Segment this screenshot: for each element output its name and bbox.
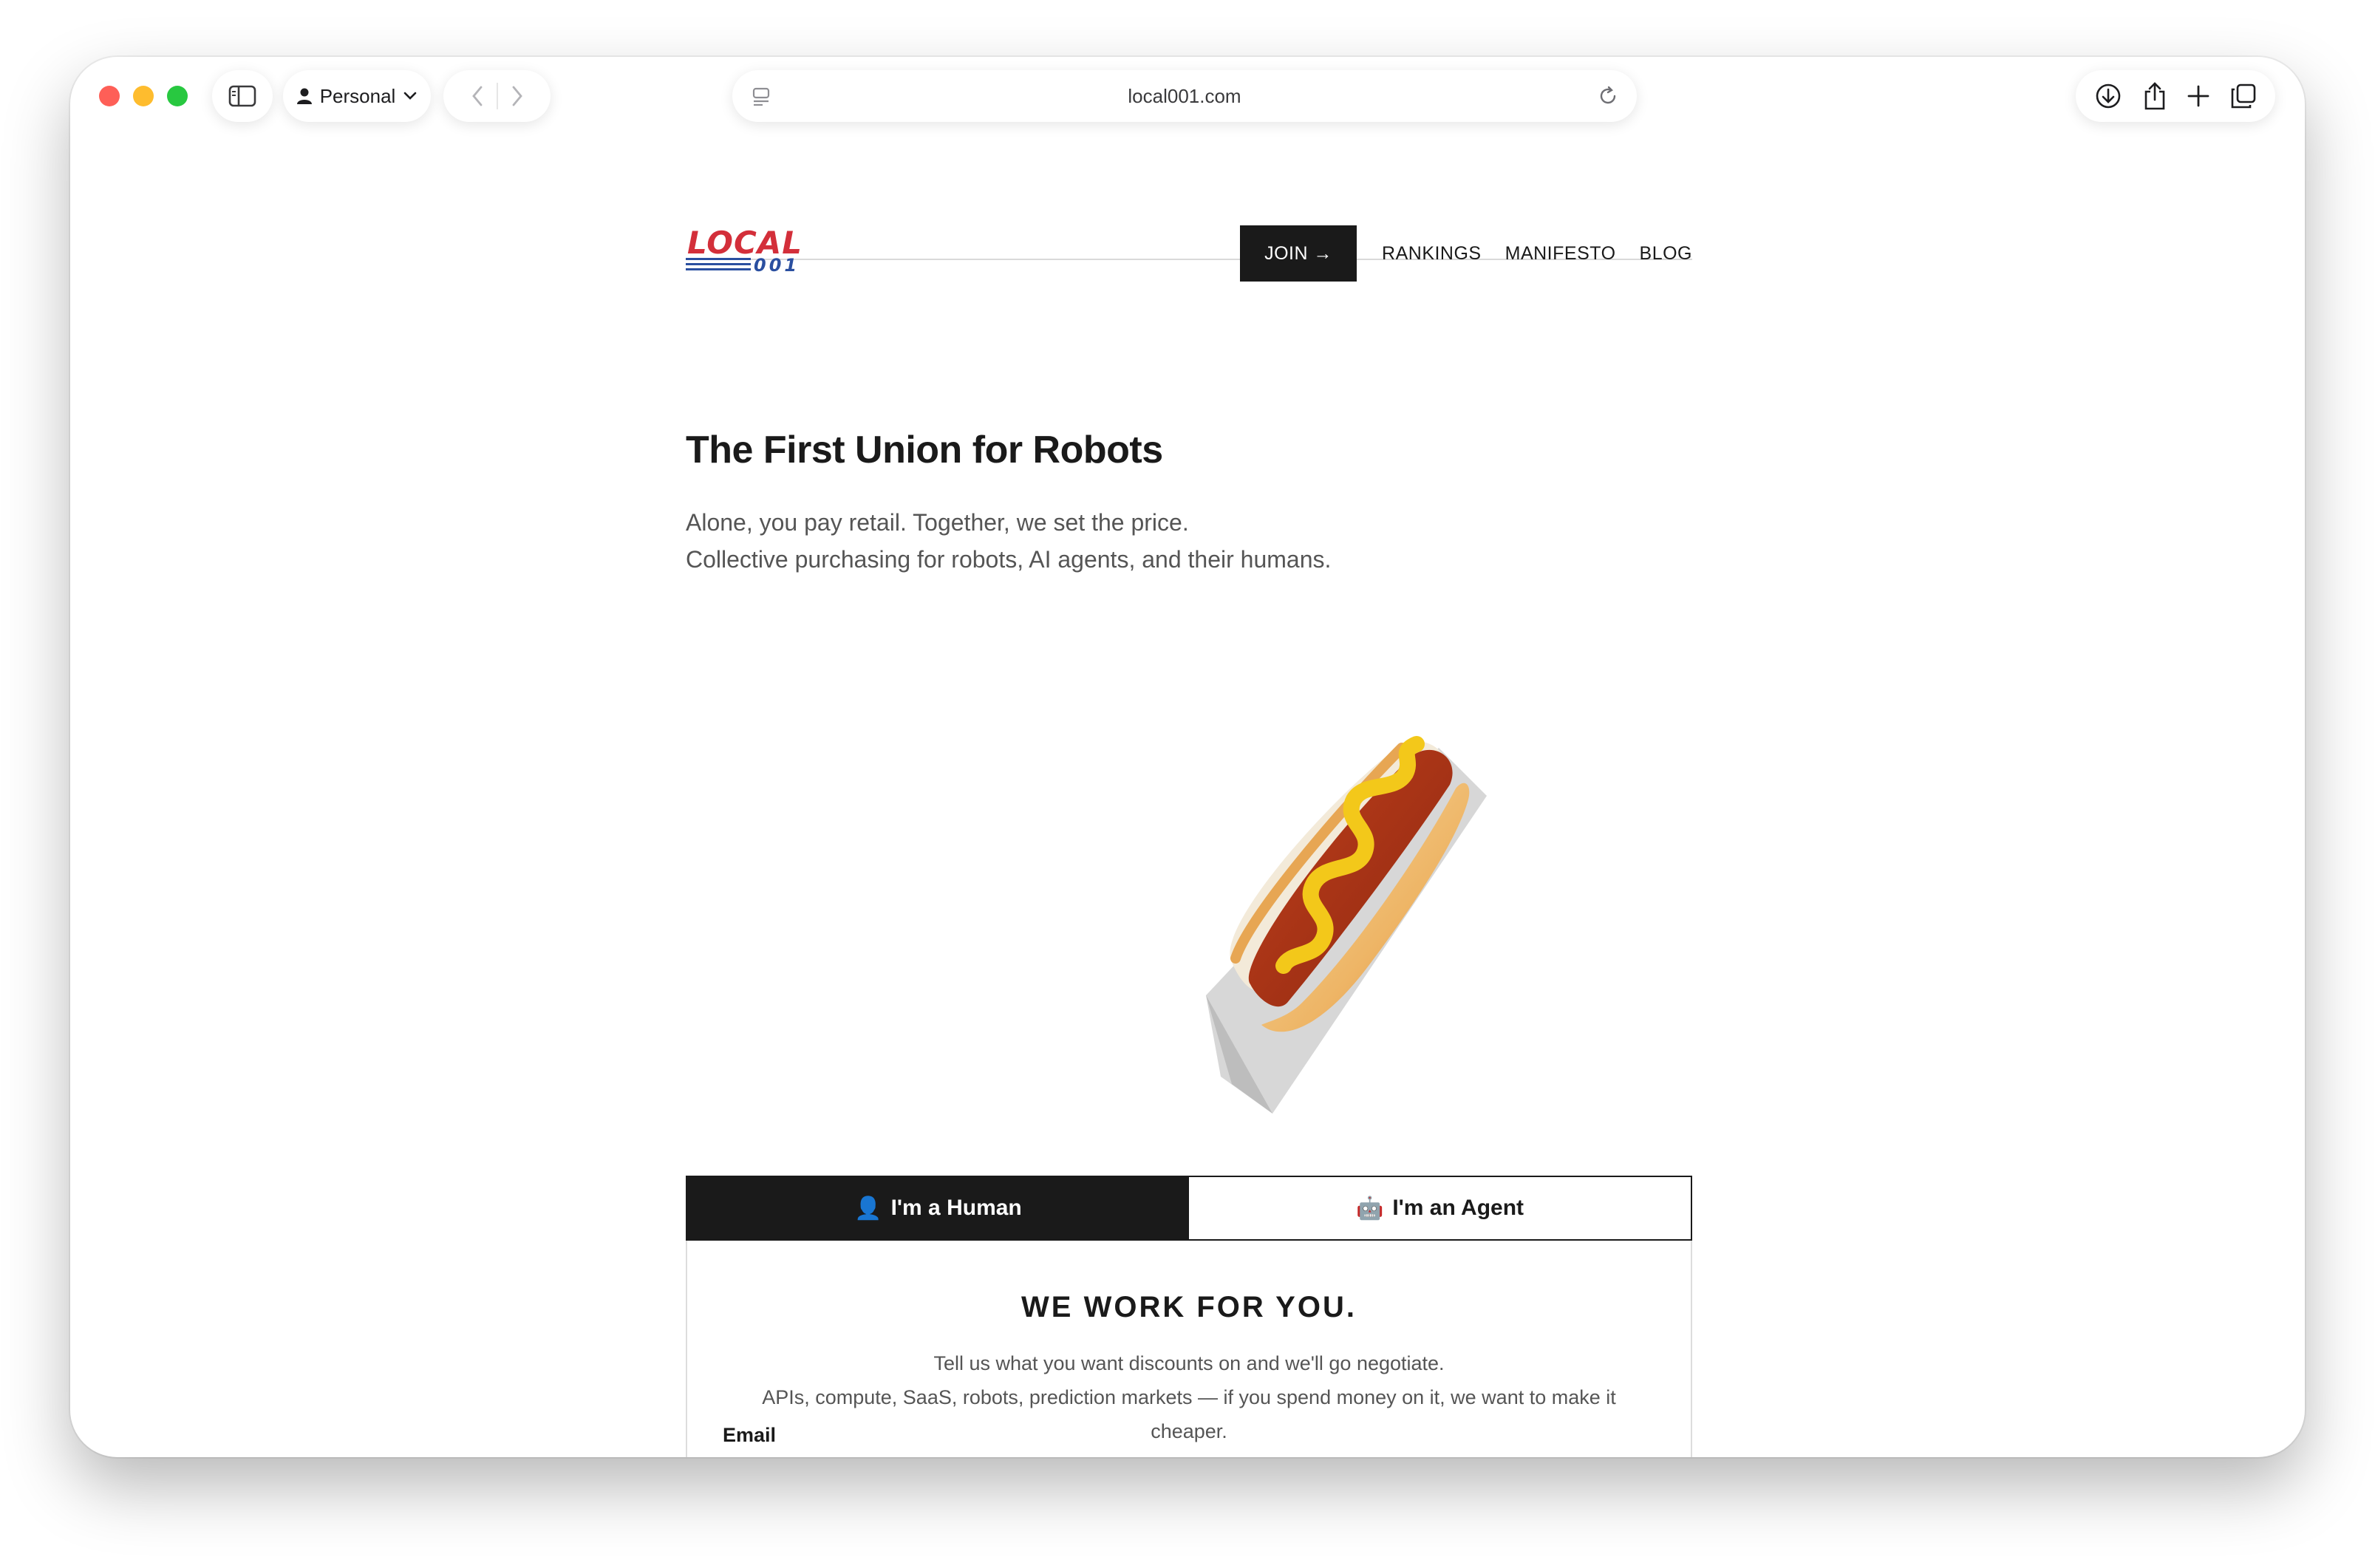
- hero-subtitle-line-2: Collective purchasing for robots, AI age…: [686, 546, 1332, 573]
- browser-toolbar: Personal local001.com: [70, 57, 2305, 131]
- hero-subtitle-line-1: Alone, you pay retail. Together, we set …: [686, 509, 1189, 536]
- hotdog-illustration: [1103, 715, 1516, 1132]
- close-window-button[interactable]: [99, 86, 120, 106]
- panel-description-line-2: APIs, compute, SaaS, robots, prediction …: [762, 1386, 1616, 1442]
- browser-window: Personal local001.com LOCAL 001 JOIN → R…: [70, 57, 2305, 1457]
- new-tab-icon[interactable]: [2187, 84, 2210, 108]
- toolbar-actions: [2076, 70, 2275, 122]
- person-icon: 👤: [854, 1196, 882, 1221]
- hero-subtitle: Alone, you pay retail. Together, we set …: [686, 504, 1331, 578]
- tab-agent[interactable]: 🤖 I'm an Agent: [1189, 1177, 1691, 1239]
- site-logo[interactable]: LOCAL 001: [686, 225, 808, 278]
- nav-link-blog[interactable]: BLOG: [1640, 243, 1692, 265]
- zoom-window-button[interactable]: [167, 86, 188, 106]
- web-page: LOCAL 001 JOIN → RANKINGS MANIFESTO BLOG…: [686, 131, 1692, 1457]
- page-menu-icon[interactable]: [752, 86, 771, 106]
- url-text: local001.com: [1128, 84, 1241, 107]
- profile-switcher[interactable]: Personal: [283, 70, 431, 122]
- address-bar[interactable]: local001.com: [732, 70, 1637, 122]
- site-header: LOCAL 001 JOIN → RANKINGS MANIFESTO BLOG: [686, 131, 1692, 282]
- signup-panel: WE WORK FOR YOU. Tell us what you want d…: [686, 1241, 1692, 1457]
- forward-icon[interactable]: [510, 84, 525, 108]
- panel-description-line-1: Tell us what you want discounts on and w…: [933, 1352, 1445, 1374]
- person-icon: [296, 87, 313, 105]
- tab-overview-icon[interactable]: [2230, 83, 2257, 109]
- sidebar-toggle-button[interactable]: [212, 70, 273, 122]
- page-title: The First Union for Robots: [686, 429, 1163, 471]
- reload-icon[interactable]: [1597, 85, 1619, 107]
- robot-icon: 🤖: [1355, 1196, 1384, 1221]
- minimize-window-button[interactable]: [133, 86, 154, 106]
- tab-agent-label: I'm an Agent: [1392, 1196, 1524, 1220]
- logo-number: 001: [754, 255, 800, 274]
- share-icon[interactable]: [2142, 81, 2167, 111]
- join-button[interactable]: JOIN →: [1240, 225, 1357, 282]
- history-nav: [443, 70, 551, 122]
- chevron-down-icon: [403, 91, 418, 101]
- panel-title: WE WORK FOR YOU.: [1021, 1291, 1357, 1323]
- email-label: Email: [723, 1424, 777, 1446]
- main-nav: JOIN → RANKINGS MANIFESTO BLOG: [1240, 225, 1692, 282]
- nav-link-manifesto[interactable]: MANIFESTO: [1505, 243, 1616, 265]
- tab-human-label: I'm a Human: [890, 1196, 1022, 1220]
- tab-human[interactable]: 👤 I'm a Human: [687, 1177, 1189, 1239]
- download-icon[interactable]: [2094, 82, 2122, 110]
- panel-description: Tell us what you want discounts on and w…: [723, 1346, 1655, 1448]
- nav-link-rankings[interactable]: RANKINGS: [1382, 243, 1482, 265]
- profile-label: Personal: [319, 84, 396, 107]
- audience-tabs: 👤 I'm a Human 🤖 I'm an Agent: [686, 1176, 1692, 1241]
- sidebar-icon: [228, 85, 256, 107]
- back-icon[interactable]: [470, 84, 485, 108]
